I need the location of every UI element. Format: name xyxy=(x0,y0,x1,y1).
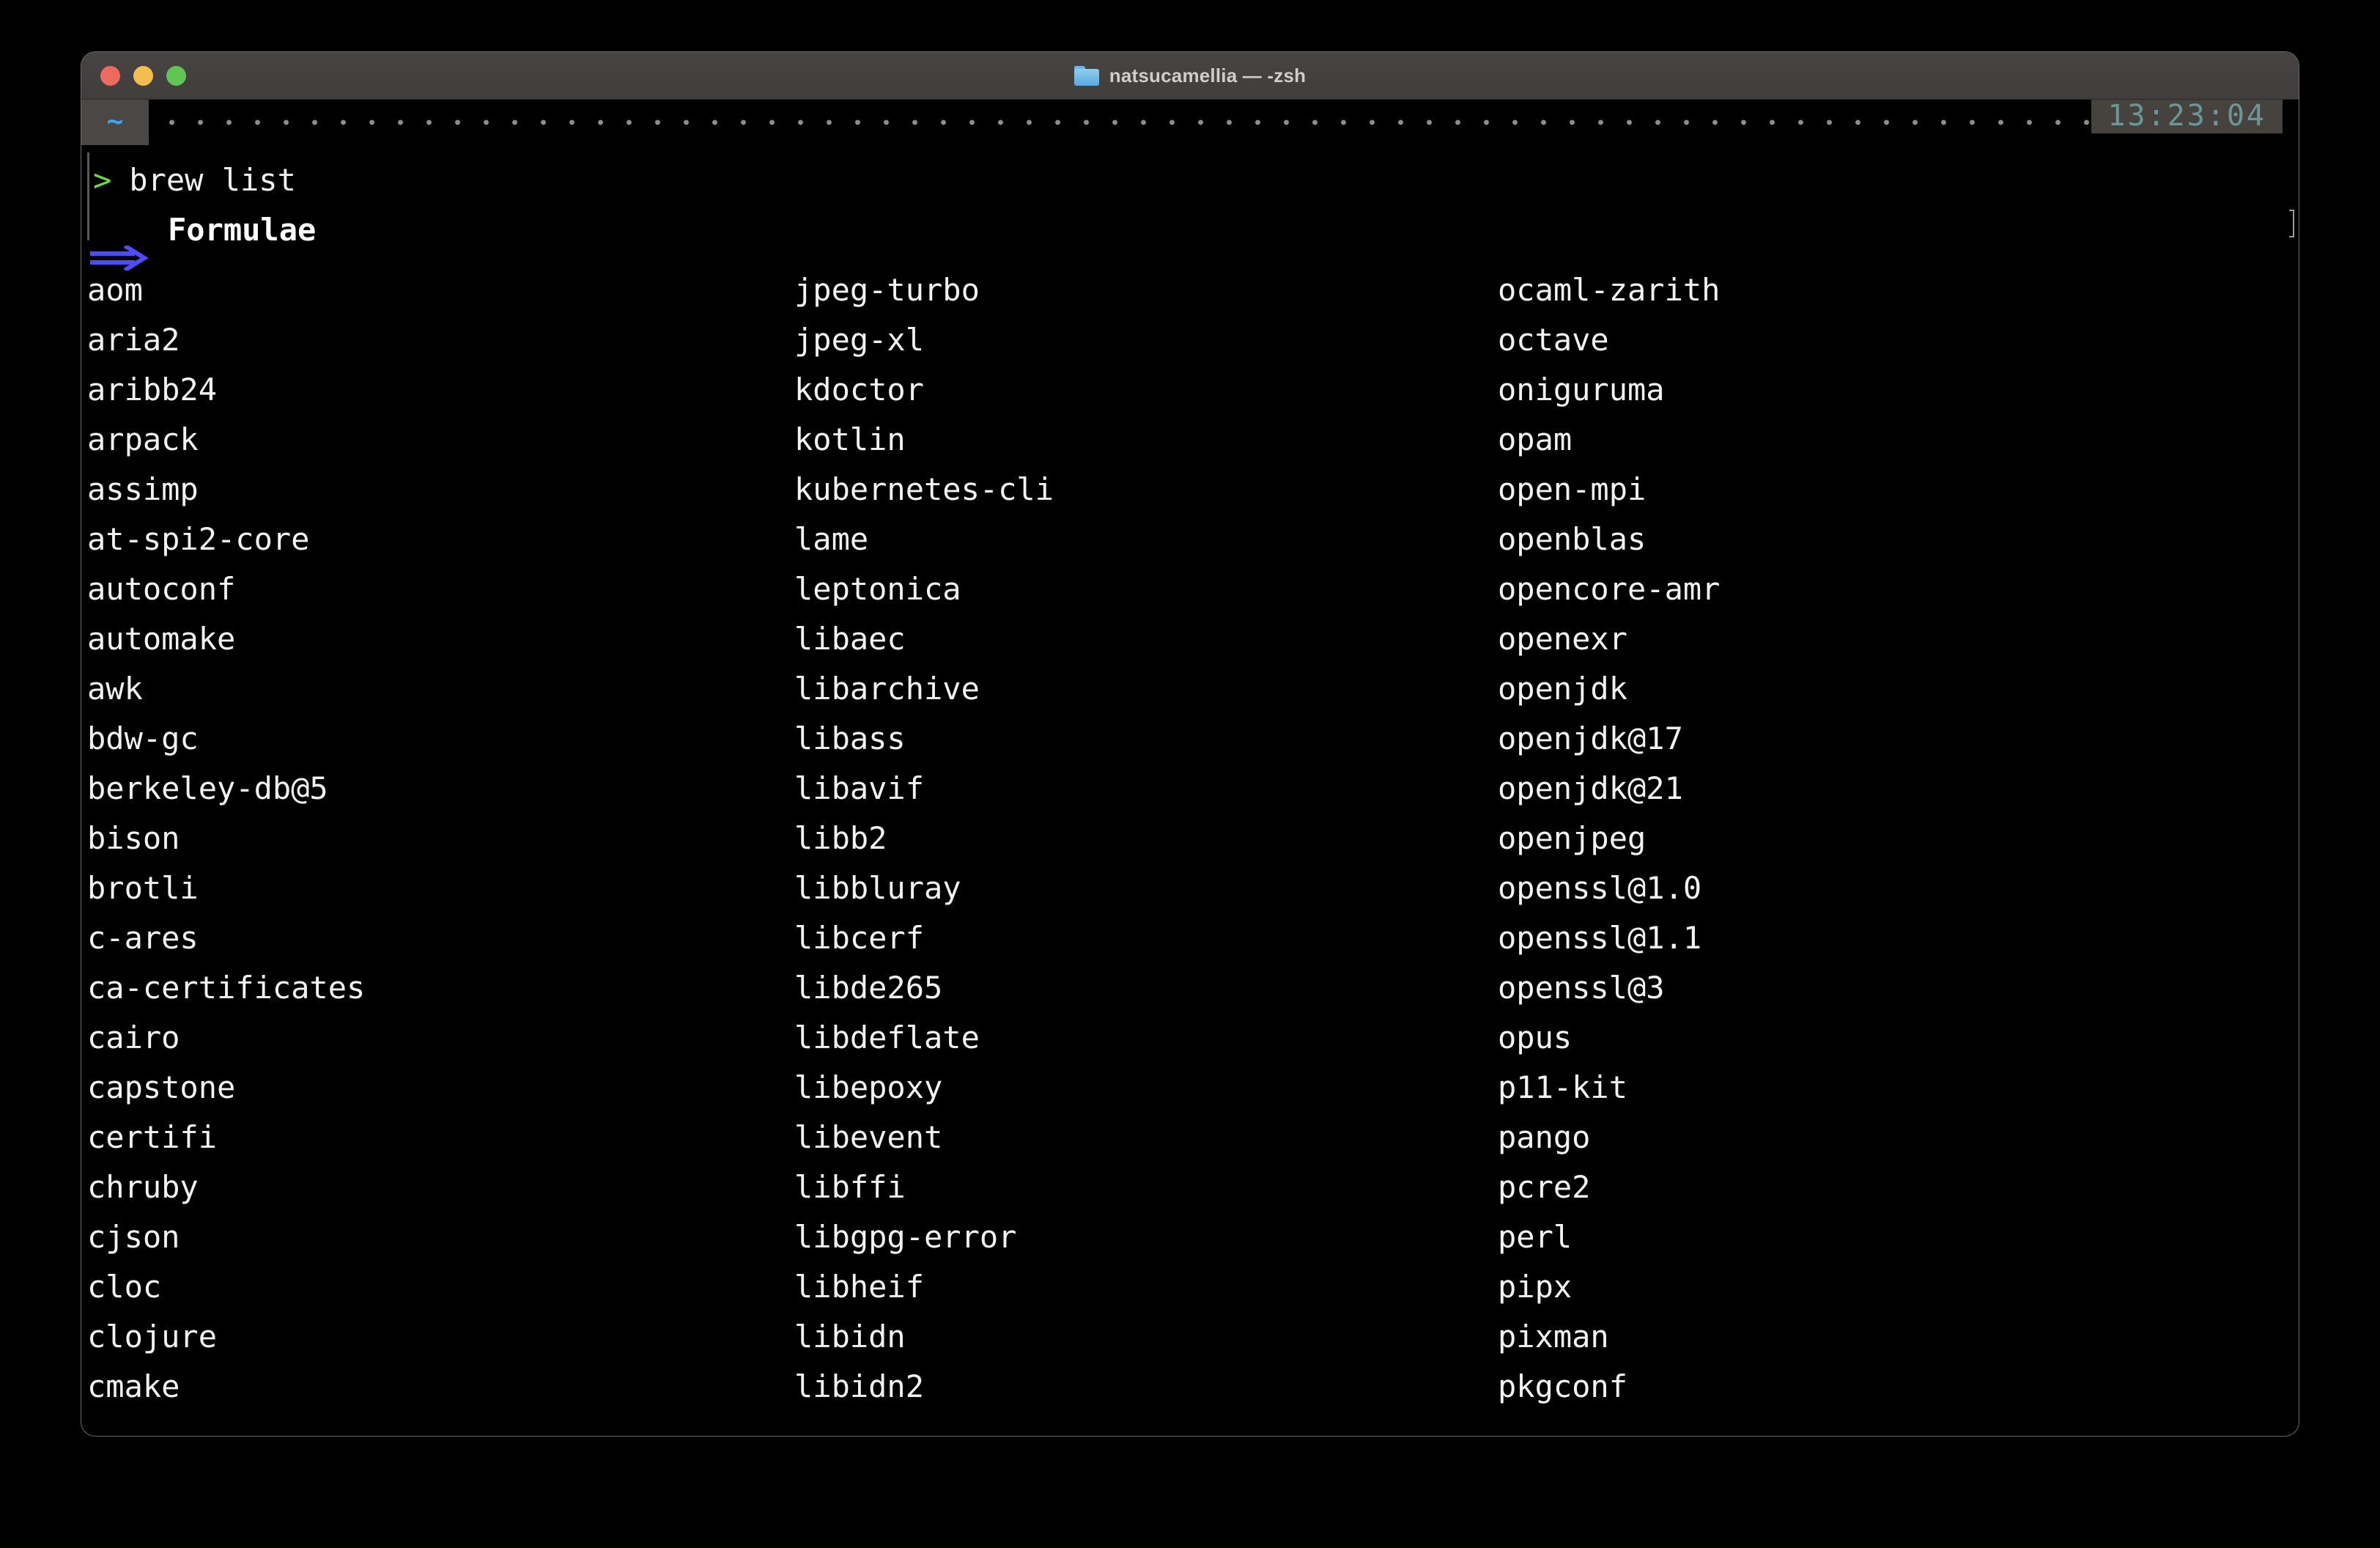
section-title: Formulae xyxy=(168,212,317,248)
formula-item: openjdk@21 xyxy=(1498,770,1683,806)
formula-item: leptonica xyxy=(794,571,961,607)
formula-item: p11-kit xyxy=(1498,1069,1628,1105)
double-arrow-icon xyxy=(90,218,150,270)
formula-item: libepoxy xyxy=(794,1069,943,1105)
formula-item: libarchive xyxy=(794,671,980,707)
formula-item: aom xyxy=(87,272,143,308)
formula-item: openblas xyxy=(1498,521,1647,557)
formula-item: cjson xyxy=(87,1219,180,1255)
formula-item: octave xyxy=(1498,322,1609,358)
formula-item: libgpg-error xyxy=(794,1219,1017,1255)
tab-home[interactable]: ~ xyxy=(81,100,149,145)
command-line: > brew list xyxy=(81,155,296,205)
formula-item: automake xyxy=(87,621,236,657)
formula-item: libb2 xyxy=(794,820,887,856)
formula-item: libass xyxy=(794,720,906,756)
formula-item: libheif xyxy=(794,1269,925,1305)
formula-item: pcre2 xyxy=(1498,1169,1591,1205)
formula-item: libdeflate xyxy=(794,1020,980,1055)
formula-item: c-ares xyxy=(87,920,199,956)
prompt-symbol: > xyxy=(93,162,112,198)
formula-item: certifi xyxy=(87,1119,218,1155)
command-text: brew list xyxy=(129,162,296,198)
tab-home-label: ~ xyxy=(106,105,124,137)
formula-item: perl xyxy=(1498,1219,1572,1255)
formula-item: libcerf xyxy=(794,920,925,956)
formula-item: libidn2 xyxy=(794,1368,925,1404)
maximize-button[interactable] xyxy=(166,65,186,86)
formula-item: ca-certificates xyxy=(87,970,366,1006)
formula-item: openexr xyxy=(1498,621,1628,657)
formula-item: pkgconf xyxy=(1498,1368,1628,1404)
tab-strip: ~ 13:23:04 xyxy=(81,99,2299,145)
close-button[interactable] xyxy=(100,65,120,86)
formula-item: awk xyxy=(87,671,143,707)
status-clock: 13:23:04 xyxy=(2091,99,2283,133)
formula-item: open-mpi xyxy=(1498,471,1647,507)
scrollbar-thumb[interactable] xyxy=(2289,210,2294,237)
formula-item: libbluray xyxy=(794,870,961,906)
formula-item: jpeg-turbo xyxy=(794,272,980,308)
formula-item: kotlin xyxy=(794,421,906,457)
window-title: natsucamellia — -zsh xyxy=(1109,64,1307,86)
window-title-group: natsucamellia — -zsh xyxy=(81,52,2299,99)
formula-item: cmake xyxy=(87,1368,180,1404)
formula-column-1: aom aria2 aribb24 arpack assimp at-spi2-… xyxy=(87,265,365,1412)
formula-item: openssl@1.1 xyxy=(1498,920,1702,956)
formula-item: cairo xyxy=(87,1020,180,1055)
formula-item: autoconf xyxy=(87,571,236,607)
formula-item: brotli xyxy=(87,870,199,906)
formula-item: jpeg-xl xyxy=(794,322,925,358)
formula-item: bdw-gc xyxy=(87,720,199,756)
formula-item: libidn xyxy=(794,1319,906,1354)
formula-item: libevent xyxy=(794,1119,943,1155)
window-titlebar[interactable]: natsucamellia — -zsh xyxy=(81,52,2299,100)
formula-item: assimp xyxy=(87,471,199,507)
formula-item: openjpeg xyxy=(1498,820,1647,856)
dotted-separator xyxy=(149,100,2092,145)
formula-item: opam xyxy=(1498,421,1572,457)
formula-item: libaec xyxy=(794,621,906,657)
terminal-content[interactable]: > brew list Formulae aom aria2 aribb24 a… xyxy=(81,145,2299,1436)
formula-item: clojure xyxy=(87,1319,218,1354)
formula-item: arpack xyxy=(87,421,199,457)
formula-item: aria2 xyxy=(87,322,180,358)
formula-item: opus xyxy=(1498,1020,1572,1055)
formula-item: cloc xyxy=(87,1269,162,1305)
formula-item: bison xyxy=(87,820,180,856)
formula-item: openjdk@17 xyxy=(1498,720,1683,756)
formula-item: libavif xyxy=(794,770,925,806)
formula-column-3: ocaml-zarith octave oniguruma opam open-… xyxy=(1498,265,1720,1412)
formula-item: pixman xyxy=(1498,1319,1609,1354)
formula-item: openjdk xyxy=(1498,671,1628,707)
traffic-light-group xyxy=(100,65,186,86)
minimize-button[interactable] xyxy=(133,65,153,86)
formula-item: chruby xyxy=(87,1169,199,1205)
terminal-window: natsucamellia — -zsh ~ 13:23:04 > brew l… xyxy=(81,51,2299,1437)
formula-item: ocaml-zarith xyxy=(1498,272,1721,308)
folder-icon xyxy=(1073,65,1099,86)
formula-item: openssl@1.0 xyxy=(1498,870,1702,906)
formula-item: berkeley-db@5 xyxy=(87,770,328,806)
formula-item: oniguruma xyxy=(1498,372,1665,408)
screen-root: natsucamellia — -zsh ~ 13:23:04 > brew l… xyxy=(0,0,2380,1548)
formula-columns: aom aria2 aribb24 arpack assimp at-spi2-… xyxy=(81,265,2299,1436)
formula-item: at-spi2-core xyxy=(87,521,310,557)
formula-item: openssl@3 xyxy=(1498,970,1665,1006)
formula-item: opencore-amr xyxy=(1498,571,1721,607)
formula-item: kubernetes-cli xyxy=(794,471,1054,507)
formula-item: lame xyxy=(794,521,869,557)
formula-column-2: jpeg-turbo jpeg-xl kdoctor kotlin kubern… xyxy=(794,265,1054,1412)
formula-item: libde265 xyxy=(794,970,943,1006)
formula-item: pango xyxy=(1498,1119,1591,1155)
section-header: Formulae xyxy=(81,205,317,270)
formula-item: libffi xyxy=(794,1169,906,1205)
formula-item: capstone xyxy=(87,1069,236,1105)
formula-item: kdoctor xyxy=(794,372,925,408)
formula-item: pipx xyxy=(1498,1269,1572,1305)
formula-item: aribb24 xyxy=(87,372,218,408)
